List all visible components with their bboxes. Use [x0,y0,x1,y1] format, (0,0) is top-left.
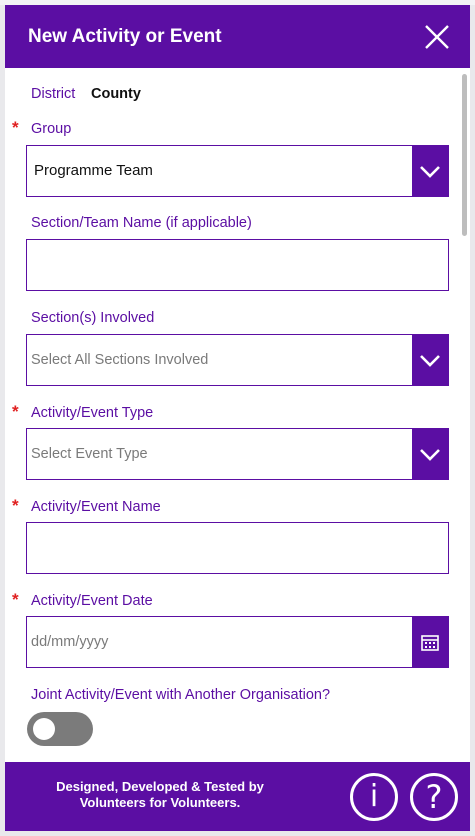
required-marker: * [12,118,19,137]
event-type-dropdown-button[interactable] [412,429,448,479]
chevron-down-icon [420,449,440,461]
group-label: Group [31,121,72,137]
footer-credit-line-1: Designed, Developed & Tested by [56,779,264,794]
section-team-name-label: Section/Team Name (if applicable) [31,215,252,231]
event-type-label: Activity/Event Type [31,405,154,421]
sections-involved-dropdown[interactable]: Select All Sections Involved [26,334,449,386]
footer-credit-line-2: Volunteers for Volunteers. [79,795,241,810]
info-icon: i [369,779,379,814]
group-dropdown-button[interactable] [412,146,448,196]
close-icon [425,25,449,49]
page-edge [470,5,475,831]
dialog-header: New Activity or Event [5,5,470,68]
joint-event-toggle[interactable] [27,712,93,746]
group-dropdown[interactable]: Programme Team [26,145,449,197]
new-activity-dialog: New Activity or Event District County * … [5,5,470,831]
footer-credit: Designed, Developed & Tested by Voluntee… [35,779,285,811]
event-name-input[interactable] [26,522,449,574]
sections-involved-dropdown-button[interactable] [412,335,448,385]
required-marker: * [12,402,19,421]
event-name-label: Activity/Event Name [31,499,161,515]
sections-involved-label: Section(s) Involved [31,310,155,326]
dialog-title: New Activity or Event [28,26,222,47]
close-button[interactable] [423,23,451,51]
chevron-down-icon [420,166,440,178]
event-date-input[interactable]: dd/mm/yyyy [26,616,449,668]
toggle-knob [33,718,55,740]
district-label: District [31,86,76,102]
activity-form: District County * Group Programme Team S… [5,68,470,762]
scrollbar-thumb[interactable] [462,74,467,236]
district-value: County [91,86,141,102]
required-marker: * [12,496,19,515]
calendar-icon [421,635,439,651]
event-date-placeholder: dd/mm/yyyy [31,634,109,650]
help-button[interactable]: ? [410,773,458,821]
joint-event-label: Joint Activity/Event with Another Organi… [31,687,331,703]
info-button[interactable]: i [350,773,398,821]
chevron-down-icon [420,355,440,367]
event-date-label: Activity/Event Date [31,593,153,609]
group-selected-value: Programme Team [34,162,153,179]
date-picker-button[interactable] [412,617,448,667]
required-marker: * [12,590,19,609]
footer: Designed, Developed & Tested by Voluntee… [5,762,470,831]
help-icon: ? [425,778,443,816]
section-team-name-input[interactable] [26,239,449,291]
sections-involved-placeholder: Select All Sections Involved [31,352,209,368]
event-type-dropdown[interactable]: Select Event Type [26,428,449,480]
event-type-placeholder: Select Event Type [31,446,148,462]
